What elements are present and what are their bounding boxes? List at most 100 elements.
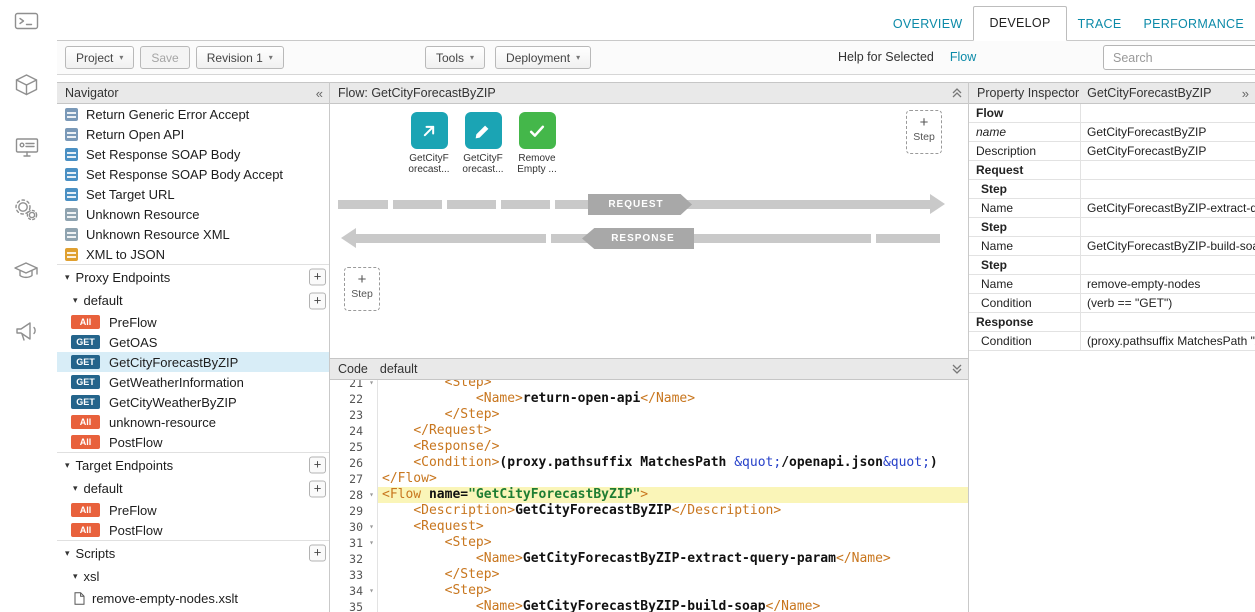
code-line[interactable]: 35 <Name>GetCityForecastByZIP-build-soap…: [330, 599, 968, 612]
code-line[interactable]: 32 <Name>GetCityForecastByZIP-extract-qu…: [330, 551, 968, 567]
tools-menu-button[interactable]: Tools ▾: [425, 46, 485, 69]
navigator-item-unknown-resource[interactable]: Allunknown-resource: [57, 412, 329, 432]
code-text[interactable]: </Step>: [378, 407, 968, 423]
devices-icon[interactable]: [13, 134, 41, 162]
inspector-row-value[interactable]: remove-empty-nodes: [1081, 275, 1255, 293]
navigator-policy-item[interactable]: Set Response SOAP Body: [57, 144, 329, 164]
tab-develop[interactable]: DEVELOP: [973, 6, 1066, 41]
add-button[interactable]: +: [309, 269, 326, 286]
navigator-policy-item[interactable]: Return Generic Error Accept: [57, 104, 329, 124]
inspector-row-condition[interactable]: Condition(verb == "GET"): [969, 294, 1255, 313]
inspector-row-description[interactable]: DescriptionGetCityForecastByZIP: [969, 142, 1255, 161]
code-text[interactable]: </Step>: [378, 567, 968, 583]
inspector-row-value[interactable]: GetCityForecastByZIP-build-soap: [1081, 237, 1255, 255]
inspector-row-value[interactable]: GetCityForecastByZIP: [1081, 142, 1255, 160]
add-button[interactable]: +: [309, 545, 326, 562]
code-line[interactable]: 23 </Step>: [330, 407, 968, 423]
code-text[interactable]: <Step>: [378, 535, 968, 551]
code-line[interactable]: 27</Flow>: [330, 471, 968, 487]
add-button[interactable]: +: [309, 292, 326, 309]
code-line[interactable]: 30▾ <Request>: [330, 519, 968, 535]
fold-marker[interactable]: ▾: [366, 583, 377, 599]
navigator-policy-item[interactable]: Set Target URL: [57, 184, 329, 204]
gears-icon[interactable]: [13, 196, 41, 224]
navigator-section-proxy-endpoints[interactable]: ▾Proxy Endpoints+: [57, 264, 329, 289]
tab-overview[interactable]: OVERVIEW: [882, 8, 974, 41]
collapse-navigator-icon[interactable]: «: [316, 83, 323, 103]
code-text[interactable]: <Step>: [378, 380, 968, 391]
code-text[interactable]: <Request>: [378, 519, 968, 535]
terminal-icon[interactable]: [13, 8, 41, 36]
code-text[interactable]: <Description>GetCityForecastByZIP</Descr…: [378, 503, 968, 519]
megaphone-icon[interactable]: [13, 318, 41, 346]
code-text[interactable]: <Name>return-open-api</Name>: [378, 391, 968, 407]
inspector-row-value[interactable]: (proxy.pathsuffix MatchesPath "/: [1081, 332, 1255, 350]
inspector-row-name[interactable]: Nameremove-empty-nodes: [969, 275, 1255, 294]
navigator-section-target-endpoints[interactable]: ▾Target Endpoints+: [57, 452, 329, 477]
navigator-policy-item[interactable]: Unknown Resource: [57, 204, 329, 224]
code-text[interactable]: <Response/>: [378, 439, 968, 455]
add-step-button[interactable]: + Step: [344, 267, 380, 311]
inspector-row-value[interactable]: GetCityForecastByZIP-extract-query-param: [1081, 199, 1255, 217]
inspector-row-value[interactable]: (verb == "GET"): [1081, 294, 1255, 312]
fold-marker[interactable]: ▾: [366, 487, 377, 503]
inspector-row-value[interactable]: GetCityForecastByZIP: [1081, 123, 1255, 141]
code-text[interactable]: <Name>GetCityForecastByZIP-build-soap</N…: [378, 599, 968, 612]
search-input[interactable]: [1103, 45, 1255, 70]
code-text[interactable]: </Request>: [378, 423, 968, 439]
flow-step[interactable]: GetCityForecast...: [402, 112, 456, 175]
code-line[interactable]: 34▾ <Step>: [330, 583, 968, 599]
navigator-policy-item[interactable]: Set Response SOAP Body Accept: [57, 164, 329, 184]
expand-inspector-icon[interactable]: »: [1242, 83, 1249, 103]
navigator-item-preflow[interactable]: AllPreFlow: [57, 500, 329, 520]
code-line[interactable]: 29 <Description>GetCityForecastByZIP</De…: [330, 503, 968, 519]
code-editor[interactable]: 21▾ <Step>22 <Name>return-open-api</Name…: [330, 380, 968, 612]
navigator-group-default[interactable]: ▾default+: [57, 477, 329, 500]
inspector-row-step[interactable]: Step: [969, 218, 1255, 237]
code-line[interactable]: 31▾ <Step>: [330, 535, 968, 551]
fold-marker[interactable]: ▾: [366, 380, 377, 391]
inspector-row-response[interactable]: Response: [969, 313, 1255, 332]
code-line[interactable]: 26 <Condition>(proxy.pathsuffix MatchesP…: [330, 455, 968, 471]
navigator-item-postflow[interactable]: AllPostFlow: [57, 432, 329, 452]
navigator-policy-item[interactable]: Unknown Resource XML: [57, 224, 329, 244]
collapse-flow-icon[interactable]: [952, 83, 962, 103]
inspector-row-name[interactable]: NameGetCityForecastByZIP-extract-query-p…: [969, 199, 1255, 218]
navigator-policy-item[interactable]: Return Open API: [57, 124, 329, 144]
inspector-row-flow[interactable]: Flow: [969, 104, 1255, 123]
collapse-code-icon[interactable]: [952, 359, 962, 379]
package-icon[interactable]: [13, 72, 41, 100]
code-line[interactable]: 24 </Request>: [330, 423, 968, 439]
navigator-item-getcityweatherbyzip[interactable]: GETGetCityWeatherByZIP: [57, 392, 329, 412]
add-button[interactable]: +: [309, 457, 326, 474]
add-button[interactable]: +: [309, 480, 326, 497]
navigator-group-default[interactable]: ▾default+: [57, 289, 329, 312]
code-text[interactable]: <Condition>(proxy.pathsuffix MatchesPath…: [378, 455, 968, 471]
navigator-item-preflow[interactable]: AllPreFlow: [57, 312, 329, 332]
code-line[interactable]: 25 <Response/>: [330, 439, 968, 455]
add-step-button[interactable]: + Step: [906, 110, 942, 154]
flow-step[interactable]: RemoveEmpty ...: [510, 112, 564, 175]
code-line[interactable]: 22 <Name>return-open-api</Name>: [330, 391, 968, 407]
inspector-row-name[interactable]: NameGetCityForecastByZIP-build-soap: [969, 237, 1255, 256]
tab-trace[interactable]: TRACE: [1067, 8, 1133, 41]
fold-marker[interactable]: ▾: [366, 535, 377, 551]
inspector-row-name[interactable]: nameGetCityForecastByZIP: [969, 123, 1255, 142]
code-line[interactable]: 33 </Step>: [330, 567, 968, 583]
navigator-group-xsl[interactable]: ▾xsl: [57, 565, 329, 588]
navigator-policy-item[interactable]: XML to JSON: [57, 244, 329, 264]
deployment-menu-button[interactable]: Deployment ▾: [495, 46, 591, 69]
graduation-cap-icon[interactable]: [13, 258, 41, 286]
flow-step[interactable]: GetCityForecast...: [456, 112, 510, 175]
revision-menu-button[interactable]: Revision 1 ▾: [196, 46, 284, 69]
code-text[interactable]: <Name>GetCityForecastByZIP-extract-query…: [378, 551, 968, 567]
inspector-row-step[interactable]: Step: [969, 256, 1255, 275]
project-menu-button[interactable]: Project ▾: [65, 46, 134, 69]
save-button[interactable]: Save: [140, 46, 189, 69]
code-text[interactable]: <Flow name="GetCityForecastByZIP">: [378, 487, 968, 503]
inspector-row-step[interactable]: Step: [969, 180, 1255, 199]
navigator-item-getweatherinformation[interactable]: GETGetWeatherInformation: [57, 372, 329, 392]
navigator-item-getoas[interactable]: GETGetOAS: [57, 332, 329, 352]
code-line[interactable]: 28▾<Flow name="GetCityForecastByZIP">: [330, 487, 968, 503]
tab-performance[interactable]: PERFORMANCE: [1132, 8, 1255, 41]
